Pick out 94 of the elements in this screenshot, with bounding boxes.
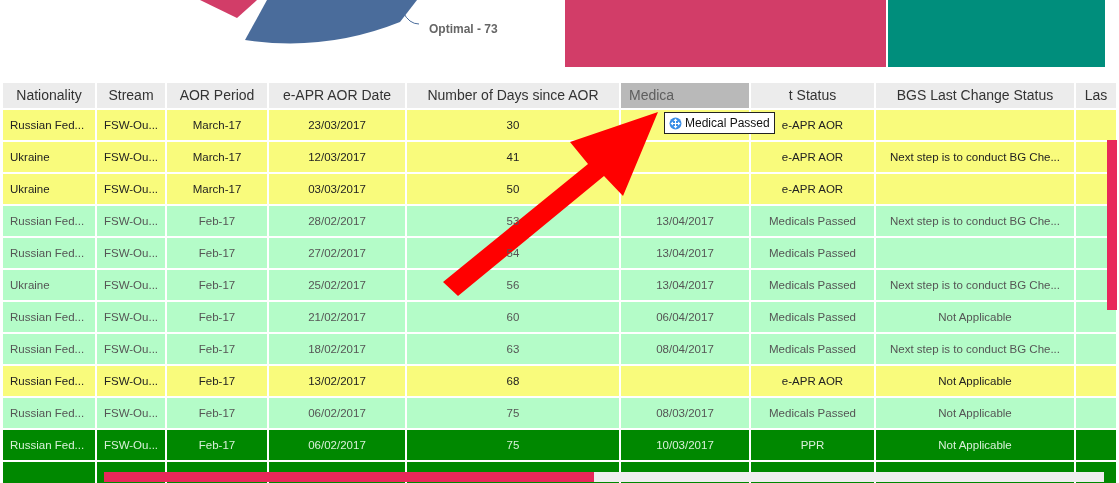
table-cell: Ukraine xyxy=(3,270,95,300)
table-cell: 56 xyxy=(407,270,619,300)
table-cell: March-17 xyxy=(167,142,267,172)
table-cell: 13/04/2017 xyxy=(621,238,749,268)
table-cell: Next step is to conduct BG Che... xyxy=(876,142,1074,172)
table-cell: e-APR AOR xyxy=(751,174,874,204)
table-cell: 63 xyxy=(407,334,619,364)
table-cell: Medicals Passed xyxy=(751,302,874,332)
table-cell: Russian Fed... xyxy=(3,398,95,428)
table-cell: Feb-17 xyxy=(167,238,267,268)
table-cell: Russian Fed... xyxy=(3,430,95,460)
table-cell: 60 xyxy=(407,302,619,332)
table-cell: Not Applicable xyxy=(876,366,1074,396)
table-cell: 13/02/2017 xyxy=(269,366,405,396)
table-cell: Next step is to conduct BG Che... xyxy=(876,270,1074,300)
table-cell: 06/02/2017 xyxy=(269,398,405,428)
table-cell: 27/02/2017 xyxy=(269,238,405,268)
table-cell: 13/04/2017 xyxy=(621,270,749,300)
table-cell: Medicals Passed xyxy=(751,206,874,236)
table-cell: Not Applicable xyxy=(876,398,1074,428)
table-cell: March-17 xyxy=(167,110,267,140)
table-cell xyxy=(1076,110,1116,140)
column-header[interactable]: Nationality xyxy=(3,83,95,108)
table-cell: FSW-Ou... xyxy=(97,366,165,396)
table-cell xyxy=(1076,430,1116,460)
column-header[interactable]: t Status xyxy=(751,83,874,108)
table-cell: Ukraine xyxy=(3,174,95,204)
table-cell: Russian Fed... xyxy=(3,238,95,268)
table-cell: 18/02/2017 xyxy=(269,334,405,364)
table-cell: Feb-17 xyxy=(167,270,267,300)
table-cell: Russian Fed... xyxy=(3,110,95,140)
table-cell: e-APR AOR xyxy=(751,366,874,396)
table-cell: 30 xyxy=(407,110,619,140)
table-cell: FSW-Ou... xyxy=(97,270,165,300)
table-cell: 06/04/2017 xyxy=(621,302,749,332)
table-cell: Not Applicable xyxy=(876,430,1074,460)
table-cell: 75 xyxy=(407,398,619,428)
table-cell: 25/02/2017 xyxy=(269,270,405,300)
column-header[interactable]: Stream xyxy=(97,83,165,108)
move-icon xyxy=(669,116,682,130)
table-cell: FSW-Ou... xyxy=(97,110,165,140)
table-cell: FSW-Ou... xyxy=(97,302,165,332)
column-header[interactable]: BGS Last Change Status xyxy=(876,83,1074,108)
table-cell: Feb-17 xyxy=(167,430,267,460)
table-cell: Feb-17 xyxy=(167,398,267,428)
table-cell: Feb-17 xyxy=(167,366,267,396)
table-cell: 21/02/2017 xyxy=(269,302,405,332)
table-cell: 03/03/2017 xyxy=(269,174,405,204)
table-cell: e-APR AOR xyxy=(751,142,874,172)
table-cell: Next step is to conduct BG Che... xyxy=(876,334,1074,364)
table-cell xyxy=(1076,366,1116,396)
table-cell xyxy=(1076,398,1116,428)
column-header[interactable]: Las xyxy=(1076,83,1116,108)
table-cell: 23/03/2017 xyxy=(269,110,405,140)
table-cell: 68 xyxy=(407,366,619,396)
pie-label: Optimal - 73 xyxy=(429,22,498,36)
table-cell: Russian Fed... xyxy=(3,206,95,236)
table-cell: 75 xyxy=(407,430,619,460)
table-cell: Feb-17 xyxy=(167,302,267,332)
table-cell: Russian Fed... xyxy=(3,302,95,332)
table-cell: FSW-Ou... xyxy=(97,206,165,236)
table-cell: 10/03/2017 xyxy=(621,430,749,460)
table-cell: 08/03/2017 xyxy=(621,398,749,428)
table-cell: FSW-Ou... xyxy=(97,398,165,428)
table-cell: Medicals Passed xyxy=(751,270,874,300)
table-cell: Medicals Passed xyxy=(751,334,874,364)
horizontal-scrollbar[interactable] xyxy=(104,472,1104,482)
table-cell: 06/02/2017 xyxy=(269,430,405,460)
vertical-scrollbar[interactable] xyxy=(1107,140,1117,310)
table-cell: FSW-Ou... xyxy=(97,174,165,204)
table-cell: Russian Fed... xyxy=(3,334,95,364)
column-header[interactable]: e-APR AOR Date xyxy=(269,83,405,108)
table-cell: FSW-Ou... xyxy=(97,334,165,364)
table-cell xyxy=(1076,334,1116,364)
table-cell: Medicals Passed xyxy=(751,238,874,268)
table-cell: Medicals Passed xyxy=(751,398,874,428)
table-cell: PPR xyxy=(751,430,874,460)
table-cell: 13/04/2017 xyxy=(621,206,749,236)
table-cell: Feb-17 xyxy=(167,334,267,364)
table-cell: Next step is to conduct BG Che... xyxy=(876,206,1074,236)
table-cell: 28/02/2017 xyxy=(269,206,405,236)
table-cell: 08/04/2017 xyxy=(621,334,749,364)
table-cell: Russian Fed... xyxy=(3,366,95,396)
column-header[interactable]: AOR Period xyxy=(167,83,267,108)
table-cell: FSW-Ou... xyxy=(97,238,165,268)
table-cell: 12/03/2017 xyxy=(269,142,405,172)
table-cell: March-17 xyxy=(167,174,267,204)
table-cell: FSW-Ou... xyxy=(97,142,165,172)
table-cell: Not Applicable xyxy=(876,302,1074,332)
column-header[interactable]: Number of Days since AOR xyxy=(407,83,619,108)
table-cell: Ukraine xyxy=(3,142,95,172)
table-cell: Feb-17 xyxy=(167,206,267,236)
table-cell: FSW-Ou... xyxy=(97,430,165,460)
table-cell xyxy=(1076,302,1116,332)
